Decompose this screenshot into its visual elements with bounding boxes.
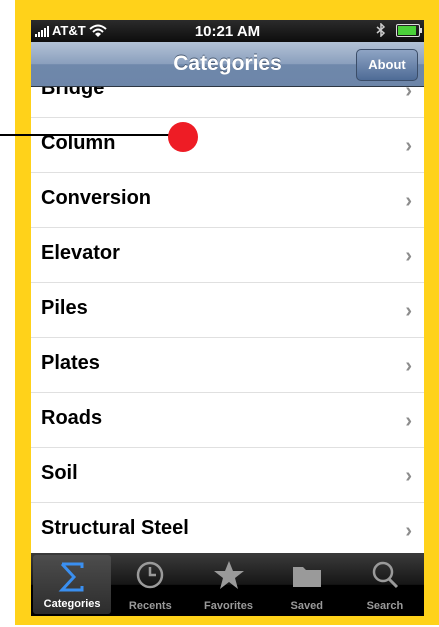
callout-dot [168, 122, 198, 152]
list-item-label: Soil [41, 462, 78, 484]
chevron-right-icon: › [405, 465, 412, 487]
chevron-right-icon: › [405, 87, 412, 102]
tab-label: Recents [128, 600, 172, 612]
list-item[interactable]: Elevator › [31, 228, 424, 283]
list-item-label: Plates [41, 352, 100, 374]
tab-saved[interactable]: Saved [268, 553, 346, 616]
chevron-right-icon: › [405, 245, 412, 267]
magnifier-icon [367, 559, 403, 591]
list-item-label: Structural Steel [41, 517, 189, 539]
tab-favorites[interactable]: Favorites [189, 553, 267, 616]
star-icon [211, 559, 247, 591]
phone-screen: AT&T 10:21 AM Categories About Bridge › Co… [31, 20, 424, 616]
chevron-right-icon: › [405, 520, 412, 542]
folder-icon [289, 559, 325, 591]
chevron-right-icon: › [405, 190, 412, 212]
list-item[interactable]: Roads › [31, 393, 424, 448]
about-button[interactable]: About [356, 49, 418, 81]
chevron-right-icon: › [405, 300, 412, 322]
bluetooth-icon [376, 23, 386, 37]
clock-icon [132, 559, 168, 591]
list-item-label: Piles [41, 297, 88, 319]
tab-categories[interactable]: Categories [33, 555, 112, 614]
list-item[interactable]: Plates › [31, 338, 424, 393]
list-item[interactable]: Column › [31, 118, 424, 173]
sigma-icon [54, 561, 90, 593]
tab-recents[interactable]: Recents [111, 553, 189, 616]
list-item[interactable]: Soil › [31, 448, 424, 503]
list-item[interactable]: Bridge › [31, 87, 424, 118]
categories-list[interactable]: Bridge › Column › Conversion › Elevator › Piles ›… [31, 87, 424, 553]
status-time: 10:21 AM [194, 23, 261, 40]
tab-label: Categories [43, 598, 101, 610]
battery-icon [396, 23, 422, 37]
navigation-bar: Categories About [31, 42, 424, 87]
list-item[interactable]: Structural Steel › [31, 503, 424, 553]
tab-label: Saved [290, 600, 323, 612]
chevron-right-icon: › [405, 135, 412, 157]
callout-line [0, 134, 175, 136]
tab-search[interactable]: Search [346, 553, 424, 616]
status-bar: AT&T 10:21 AM [31, 20, 424, 42]
list-item-label: Bridge [41, 87, 105, 99]
tab-label: Favorites [204, 600, 253, 612]
list-item[interactable]: Piles › [31, 283, 424, 338]
list-item-label: Elevator [41, 242, 120, 264]
list-item-label: Conversion [41, 187, 152, 209]
tab-bar: Categories Recents Favorites Saved Search [31, 553, 424, 616]
tab-label: Search [366, 600, 404, 612]
list-item[interactable]: Conversion › [31, 173, 424, 228]
chevron-right-icon: › [405, 410, 412, 432]
chevron-right-icon: › [405, 355, 412, 377]
list-item-label: Roads [41, 407, 103, 429]
